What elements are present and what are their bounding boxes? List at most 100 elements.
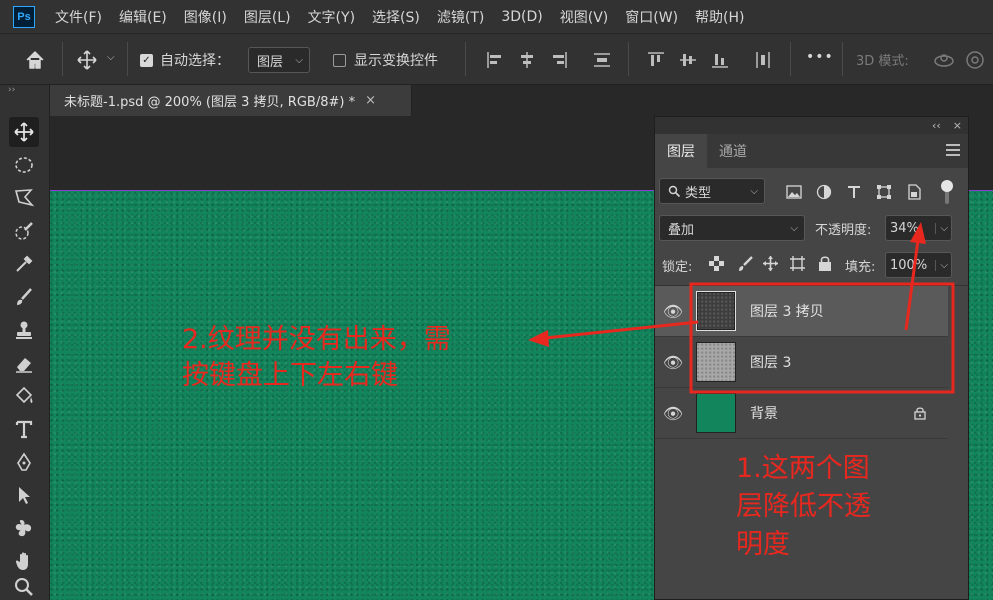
menu-type[interactable]: 文字(Y) <box>308 7 355 27</box>
fill-value: 100% <box>890 257 928 273</box>
menu-window[interactable]: 窗口(W) <box>625 7 678 27</box>
align-left-icon[interactable] <box>485 50 505 70</box>
auto-select-target-value: 图层 <box>257 54 284 70</box>
layer-row-background[interactable]: 👁 背景 <box>655 388 948 439</box>
menu-help[interactable]: 帮助(H) <box>695 7 744 27</box>
layer-name: 图层 3 拷贝 <box>750 304 824 320</box>
filter-kind-dropdown[interactable]: 类型 ⌵ <box>659 178 765 204</box>
separator <box>842 42 843 76</box>
home-icon[interactable] <box>24 49 46 71</box>
menu-select[interactable]: 选择(S) <box>372 7 420 27</box>
visibility-eye-icon[interactable]: 👁 <box>655 353 691 372</box>
pen-tool-icon[interactable] <box>9 447 39 477</box>
layer-name: 图层 3 <box>750 355 792 371</box>
fill-chevron-down-icon[interactable]: ⌵ <box>935 259 948 271</box>
type-tool-icon[interactable] <box>9 414 39 444</box>
lock-transparent-pixels-icon[interactable] <box>709 256 724 271</box>
auto-select-checkbox[interactable]: ✓ <box>140 54 153 67</box>
filter-toggle-switch[interactable] <box>941 180 953 204</box>
adjustment-layer-filter-icon[interactable] <box>816 184 832 200</box>
move-tool-icon[interactable] <box>9 117 39 147</box>
align-top-icon[interactable] <box>646 50 666 70</box>
separator <box>62 42 63 76</box>
align-vertical-center-icon[interactable] <box>678 50 698 70</box>
document-tab-bar: 未标题-1.psd @ 200% (图层 3 拷贝, RGB/8#) * × <box>50 85 993 116</box>
more-options-icon[interactable]: ••• <box>806 49 834 65</box>
layer-thumbnail <box>696 291 736 331</box>
elliptical-marquee-icon[interactable] <box>9 150 39 180</box>
tools-panel: ›› <box>0 85 50 600</box>
collapse-panel-icon[interactable]: ‹‹ <box>932 119 941 132</box>
lock-artboard-icon[interactable] <box>789 255 806 272</box>
menu-filter[interactable]: 滤镜(T) <box>437 7 484 27</box>
separator <box>127 42 128 76</box>
annotation-texture-note: 2.纹理并没有出来，需 按键盘上下左右键 <box>182 322 451 394</box>
annotation-line: 层降低不透 <box>736 491 871 522</box>
custom-shape-icon[interactable] <box>9 513 39 543</box>
menu-3d[interactable]: 3D(D) <box>501 9 542 25</box>
close-document-icon[interactable]: × <box>365 93 376 108</box>
tool-preset-chevron-down-icon[interactable]: ⌵ <box>107 52 115 63</box>
3d-orbit-icon[interactable] <box>933 49 955 71</box>
annotation-line: 2.纹理并没有出来，需 <box>182 324 451 355</box>
tab-layers[interactable]: 图层 <box>655 134 707 168</box>
panel-menu-icon[interactable] <box>946 144 960 159</box>
opacity-field[interactable]: 34% ⌵ <box>885 215 952 241</box>
brush-icon[interactable] <box>9 282 39 312</box>
layer-row-layer3-copy[interactable]: 👁 图层 3 拷贝 <box>655 286 948 337</box>
distribute-vertical-icon[interactable] <box>592 50 612 70</box>
close-panel-icon[interactable]: × <box>953 119 962 132</box>
shape-layer-filter-icon[interactable] <box>876 184 892 200</box>
visibility-eye-icon[interactable]: 👁 <box>655 302 691 321</box>
smart-object-filter-icon[interactable] <box>906 184 922 200</box>
3d-roll-icon[interactable] <box>964 49 986 71</box>
annotation-opacity-note: 1.这两个图 层降低不透 明度 <box>736 450 871 564</box>
opacity-value: 34% <box>890 220 919 236</box>
fill-field[interactable]: 100% ⌵ <box>885 252 952 278</box>
align-bottom-icon[interactable] <box>710 50 730 70</box>
distribute-horizontal-icon[interactable] <box>753 50 773 70</box>
pixel-layer-filter-icon[interactable] <box>786 185 802 199</box>
lock-all-icon[interactable] <box>818 255 832 272</box>
menu-view[interactable]: 视图(V) <box>560 7 609 27</box>
opacity-chevron-down-icon[interactable]: ⌵ <box>935 222 948 234</box>
lock-position-icon[interactable] <box>762 255 779 272</box>
visibility-eye-icon[interactable]: 👁 <box>655 404 691 423</box>
expand-toolbar-icon[interactable]: ›› <box>8 85 15 95</box>
blend-mode-dropdown[interactable]: 叠加 ⌵ <box>659 215 805 241</box>
align-horizontal-center-icon[interactable] <box>517 50 537 70</box>
panel-header: ‹‹ × <box>655 117 968 134</box>
auto-select-label: 自动选择： <box>160 53 230 69</box>
chevron-down-icon: ⌵ <box>295 54 303 66</box>
quick-selection-icon[interactable] <box>9 216 39 246</box>
menu-edit[interactable]: 编辑(E) <box>119 7 167 27</box>
zoom-tool-icon[interactable] <box>9 572 39 600</box>
type-layer-filter-icon[interactable] <box>846 184 862 200</box>
eraser-icon[interactable] <box>9 348 39 378</box>
annotation-line: 按键盘上下左右键 <box>182 360 398 391</box>
polygonal-lasso-icon[interactable] <box>9 183 39 213</box>
chevron-down-icon: ⌵ <box>750 185 758 197</box>
eyedropper-icon[interactable] <box>9 249 39 279</box>
opacity-label: 不透明度: <box>815 223 872 238</box>
layer-name: 背景 <box>750 406 778 422</box>
lock-image-pixels-icon[interactable] <box>737 255 754 272</box>
menu-layer[interactable]: 图层(L) <box>244 7 291 27</box>
layer-filter-row: 类型 ⌵ <box>655 174 968 210</box>
fill-label: 填充: <box>845 260 876 275</box>
photoshop-logo-icon: Ps <box>13 5 35 28</box>
annotation-line: 1.这两个图 <box>736 453 870 484</box>
menu-file[interactable]: 文件(F) <box>55 7 102 27</box>
auto-select-target-dropdown[interactable]: 图层 ⌵ <box>248 47 310 73</box>
clone-stamp-icon[interactable] <box>9 315 39 345</box>
move-options-icon[interactable] <box>76 49 98 71</box>
path-selection-icon[interactable] <box>9 480 39 510</box>
menu-image[interactable]: 图像(I) <box>184 7 227 27</box>
tab-channels[interactable]: 通道 <box>707 134 759 168</box>
align-right-icon[interactable] <box>549 50 569 70</box>
layer-row-layer3[interactable]: 👁 图层 3 <box>655 337 948 388</box>
show-transform-checkbox[interactable] <box>333 54 346 67</box>
filter-kind-value: 类型 <box>685 185 712 201</box>
document-tab[interactable]: 未标题-1.psd @ 200% (图层 3 拷贝, RGB/8#) * × <box>50 85 412 116</box>
paint-bucket-icon[interactable] <box>9 381 39 411</box>
